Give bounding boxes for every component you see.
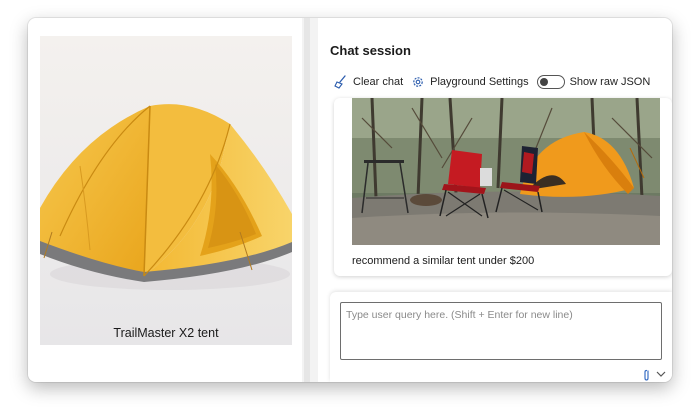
user-query-input[interactable] xyxy=(340,302,662,360)
clear-chat-button[interactable]: Clear chat xyxy=(334,75,403,89)
playground-settings-button[interactable]: Playground Settings xyxy=(411,75,529,89)
message-text: recommend a similar tent under $200 xyxy=(352,255,535,267)
playground-settings-label: Playground Settings xyxy=(430,76,529,88)
user-message: recommend a similar tent under $200 xyxy=(334,98,672,276)
app-window: TrailMaster X2 tent Chat session Clear c… xyxy=(28,18,672,382)
product-pane: TrailMaster X2 tent xyxy=(28,18,302,382)
toggle-switch[interactable] xyxy=(536,75,565,89)
toggle-knob xyxy=(539,78,548,86)
clear-chat-label: Clear chat xyxy=(353,76,404,88)
chat-title: Chat session xyxy=(330,43,411,58)
product-card: TrailMaster X2 tent xyxy=(40,36,292,345)
chevron-down-icon[interactable] xyxy=(656,370,666,378)
tent-product-image xyxy=(40,36,292,345)
campsite-photo xyxy=(352,98,660,245)
chat-toolbar: Clear chat Playground Settings Show raw … xyxy=(334,72,658,92)
pane-splitter[interactable] xyxy=(304,18,310,382)
paperclip-icon[interactable] xyxy=(642,369,652,381)
product-caption: TrailMaster X2 tent xyxy=(113,326,219,340)
chat-pane: Chat session Clear chat Playground Setti… xyxy=(318,18,672,382)
show-raw-json-toggle[interactable]: Show raw JSON xyxy=(536,75,651,89)
message-composer xyxy=(330,292,672,382)
broom-icon xyxy=(334,75,346,89)
gear-icon xyxy=(413,77,423,87)
show-raw-json-label: Show raw JSON xyxy=(569,76,651,88)
